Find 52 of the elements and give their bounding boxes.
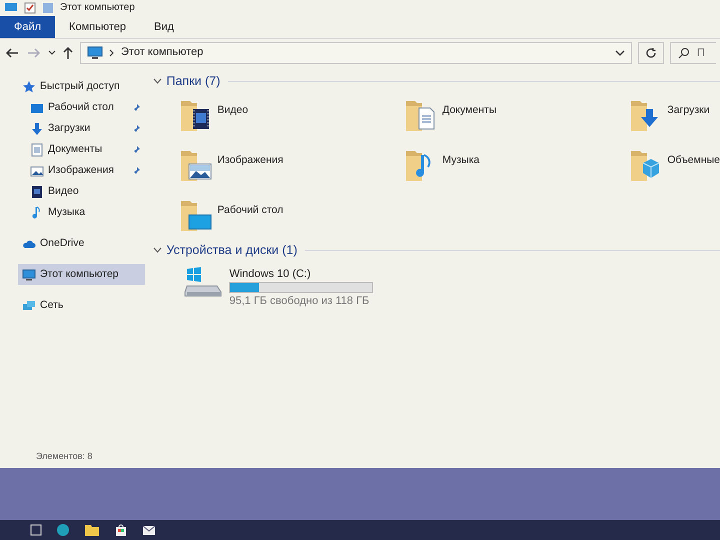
sidebar-item[interactable]: Загрузки	[18, 118, 146, 139]
up-arrow-icon[interactable]	[62, 44, 74, 60]
document-icon	[30, 142, 44, 156]
film-icon	[30, 184, 44, 198]
star-icon	[22, 80, 36, 94]
address-bar[interactable]: Этот компьютер	[80, 42, 632, 64]
group-heading: Устройства и диски (1)	[166, 242, 298, 259]
chevron-down-icon[interactable]	[153, 78, 162, 85]
computer-icon	[87, 46, 103, 60]
ribbon-tab[interactable]: Вид	[140, 16, 188, 38]
folder-name: Загрузки	[667, 102, 710, 118]
dropdown-icon[interactable]	[615, 48, 625, 56]
chevron-down-icon[interactable]	[153, 246, 162, 254]
network-icon	[22, 298, 36, 312]
checkbox-icon[interactable]	[24, 2, 36, 14]
sidebar-item[interactable]: Рабочий стол	[18, 97, 146, 118]
folder-name: Документы	[442, 102, 496, 118]
folder-name: Объемные	[667, 152, 720, 168]
computer-icon	[4, 2, 18, 14]
sidebar-item[interactable]: OneDrive	[18, 233, 146, 254]
folder-name: Рабочий стол	[217, 202, 284, 218]
shopping-bag-icon[interactable]	[114, 523, 128, 537]
task-view-icon[interactable]	[30, 524, 42, 536]
sidebar-item[interactable]: Этот компьютер	[18, 264, 146, 285]
address-path: Этот компьютер	[121, 45, 204, 60]
drive-space: 95,1 ГБ свободно из 118 ГБ	[229, 294, 370, 309]
picture-icon	[30, 164, 44, 178]
refresh-button[interactable]	[638, 42, 664, 64]
envelope-icon[interactable]	[142, 523, 156, 537]
status-text: Элементов: 8	[35, 450, 94, 463]
computer-icon	[22, 268, 36, 282]
search-field[interactable]: П	[670, 42, 716, 64]
download-arrow-icon	[30, 122, 44, 136]
sidebar-item[interactable]: Сеть	[18, 295, 146, 316]
sidebar-item[interactable]: Быстрый доступ	[18, 76, 146, 97]
folder-name: Музыка	[442, 152, 480, 168]
drive-icon	[183, 266, 224, 298]
window-title: Этот компьютер	[60, 2, 135, 14]
folder-name: Видео	[217, 102, 248, 118]
ribbon-tab[interactable]: Файл	[0, 16, 56, 38]
chevron-right-icon	[109, 48, 115, 56]
search-icon	[678, 46, 690, 58]
folder-name: Изображения	[217, 152, 284, 168]
chevron-down-icon[interactable]	[48, 48, 56, 56]
sidebar-item[interactable]: Изображения	[18, 160, 146, 181]
sidebar-item[interactable]: Музыка	[18, 202, 146, 223]
sidebar-item[interactable]: Документы	[18, 139, 146, 160]
ribbon-tab[interactable]: Компьютер	[55, 16, 140, 38]
group-heading: Папки (7)	[166, 73, 220, 90]
sidebar-item[interactable]: Видео	[18, 181, 146, 202]
refresh-icon	[645, 46, 657, 58]
drive-name: Windows 10 (C:)	[229, 266, 312, 282]
